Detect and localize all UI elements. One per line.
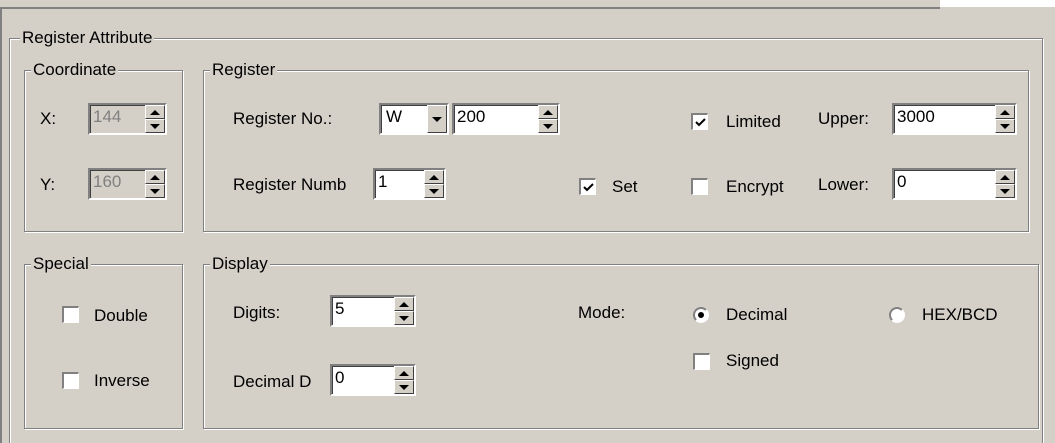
register-type-dropdown[interactable]: W xyxy=(379,103,449,135)
hex-bcd-mode-label[interactable]: HEX/BCD xyxy=(922,304,998,326)
x-coordinate-field[interactable]: 144 xyxy=(88,103,167,135)
register-attribute-title: Register Attribute xyxy=(20,28,155,48)
coordinate-title: Coordinate xyxy=(31,60,119,80)
special-group: Special xyxy=(24,254,183,429)
upper-spin-down-button[interactable] xyxy=(995,119,1015,133)
x-spin-down-button[interactable] xyxy=(145,119,165,133)
upper-spinner[interactable] xyxy=(995,105,1015,133)
double-checkbox[interactable] xyxy=(62,306,79,323)
lower-spinner[interactable] xyxy=(995,170,1015,198)
lower-value: 0 xyxy=(897,172,907,191)
checkmark-icon xyxy=(695,118,706,127)
decimal-mode-label[interactable]: Decimal xyxy=(726,304,787,326)
window-top-edge xyxy=(0,0,940,9)
x-spin-up-button[interactable] xyxy=(145,105,165,119)
hex-bcd-mode-radio[interactable] xyxy=(889,307,905,323)
decimal-digits-spinner[interactable] xyxy=(394,366,414,394)
lower-spin-down-button[interactable] xyxy=(995,184,1015,198)
lower-field[interactable]: 0 xyxy=(892,168,1017,200)
register-number-field[interactable]: 1 xyxy=(373,168,446,200)
set-label[interactable]: Set xyxy=(612,176,638,198)
upper-field[interactable]: 3000 xyxy=(892,103,1017,135)
digits-spinner[interactable] xyxy=(394,297,414,325)
y-spinner[interactable] xyxy=(145,170,165,198)
x-spinner[interactable] xyxy=(145,105,165,133)
signed-label[interactable]: Signed xyxy=(726,350,779,372)
window-top-right-area xyxy=(940,0,1055,7)
upper-spin-up-button[interactable] xyxy=(995,105,1015,119)
y-coordinate-field[interactable]: 160 xyxy=(88,168,167,200)
register-number-spin-up-button[interactable] xyxy=(424,170,444,184)
inverse-checkbox[interactable] xyxy=(62,372,79,389)
register-number-spinner[interactable] xyxy=(424,170,444,198)
register-type-value: W xyxy=(386,107,403,126)
y-coordinate-value: 160 xyxy=(93,172,122,191)
lower-label: Lower: xyxy=(818,175,870,194)
radio-selected-dot xyxy=(698,312,704,318)
digits-label: Digits: xyxy=(233,303,281,322)
register-number-spin-down-button[interactable] xyxy=(424,184,444,198)
special-title: Special xyxy=(31,254,91,274)
register-number-label: Register Numb xyxy=(233,175,347,194)
window-left-edge xyxy=(0,9,2,443)
display-title: Display xyxy=(210,254,270,274)
lower-spin-up-button[interactable] xyxy=(995,170,1015,184)
upper-label: Upper: xyxy=(818,109,870,128)
chevron-down-icon[interactable] xyxy=(427,105,447,133)
mode-label: Mode: xyxy=(578,303,626,322)
coordinate-group: Coordinate xyxy=(24,60,183,232)
y-spin-down-button[interactable] xyxy=(145,184,165,198)
register-no-spin-up-button[interactable] xyxy=(538,105,558,119)
register-group: Register xyxy=(203,60,1029,232)
limited-checkbox[interactable] xyxy=(691,113,708,130)
register-no-field[interactable]: 200 xyxy=(452,103,560,135)
digits-field[interactable]: 5 xyxy=(330,295,416,327)
signed-checkbox[interactable] xyxy=(693,353,710,370)
digits-spin-up-button[interactable] xyxy=(394,297,414,311)
display-group: Display xyxy=(203,254,1039,429)
upper-value: 3000 xyxy=(897,107,935,126)
register-no-spinner[interactable] xyxy=(538,105,558,133)
register-no-spin-down-button[interactable] xyxy=(538,119,558,133)
decimal-mode-radio[interactable] xyxy=(693,307,709,323)
decimal-digits-value: 0 xyxy=(335,368,345,387)
decimal-digits-field[interactable]: 0 xyxy=(330,364,416,396)
x-coordinate-value: 144 xyxy=(93,107,122,126)
register-title: Register xyxy=(210,60,278,80)
y-spin-up-button[interactable] xyxy=(145,170,165,184)
decimal-digits-spin-down-button[interactable] xyxy=(394,380,414,394)
limited-label[interactable]: Limited xyxy=(726,111,781,133)
digits-value: 5 xyxy=(335,299,345,318)
register-no-value: 200 xyxy=(457,107,486,126)
x-label: X: xyxy=(40,109,57,128)
register-no-label: Register No.: xyxy=(233,109,333,128)
inverse-label[interactable]: Inverse xyxy=(94,370,150,392)
checkmark-icon xyxy=(583,183,594,192)
decimal-digits-spin-up-button[interactable] xyxy=(394,366,414,380)
register-number-value: 1 xyxy=(378,172,388,191)
decimal-digits-label: Decimal D xyxy=(233,372,312,391)
double-label[interactable]: Double xyxy=(94,305,148,327)
y-label: Y: xyxy=(40,175,56,194)
encrypt-label[interactable]: Encrypt xyxy=(726,176,784,198)
digits-spin-down-button[interactable] xyxy=(394,311,414,325)
encrypt-checkbox[interactable] xyxy=(691,178,708,195)
set-checkbox[interactable] xyxy=(579,178,596,195)
